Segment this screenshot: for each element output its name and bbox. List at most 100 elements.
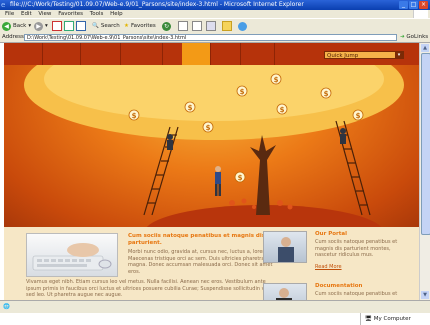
svg-text:$: $ — [132, 112, 137, 120]
portal-body: Cum sociis natoque penatibus et magnis d… — [315, 239, 398, 258]
nav-segment[interactable] — [80, 43, 121, 65]
portal-title: Our Portal — [315, 231, 347, 237]
svg-text:$: $ — [324, 90, 329, 98]
person-photo — [278, 237, 294, 262]
messenger-button[interactable] — [238, 21, 247, 31]
svg-text:$: $ — [238, 174, 243, 182]
read-more-link[interactable]: Read More — [315, 264, 342, 270]
favorites-label: Favorites — [130, 23, 156, 29]
person-photo — [276, 288, 292, 300]
address-label: Address — [2, 34, 24, 40]
forward-button[interactable]: ▶ ▾ — [34, 21, 48, 31]
print-button[interactable] — [192, 21, 202, 31]
mail-icon — [178, 21, 188, 31]
close-button[interactable]: × — [419, 1, 428, 9]
security-zone-label: My Computer — [373, 316, 411, 322]
security-zone: 🖥 My Computer — [360, 313, 430, 325]
window-controls: _ □ × — [399, 1, 428, 9]
home-button[interactable] — [76, 21, 86, 31]
svg-text:$: $ — [280, 106, 285, 114]
chevron-down-icon: ▾ — [45, 23, 48, 29]
chevron-down-icon: ▾ — [28, 23, 32, 29]
nav-segment[interactable] — [42, 43, 81, 65]
back-button[interactable]: ◀ Back ▾ — [2, 21, 31, 31]
hero-banner: $ $ $ $ $ $ $ $ $ — [4, 65, 419, 227]
svg-text:$: $ — [240, 88, 245, 96]
search-icon: 🔍 — [92, 23, 99, 29]
nav-segment[interactable] — [120, 43, 163, 65]
svg-text:$: $ — [274, 76, 279, 84]
go-button[interactable]: ➜ Go — [400, 34, 414, 41]
windows-logo-icon — [413, 10, 428, 18]
menu-view[interactable]: View — [38, 11, 51, 17]
portal-photo — [263, 231, 307, 263]
keyboard-hand-image — [32, 243, 112, 271]
window-title: file:///C:/Work/Testing/01.09.07/Web-e.9… — [10, 1, 304, 8]
refresh-button[interactable] — [64, 21, 74, 31]
stop-button[interactable] — [52, 21, 62, 31]
money-tree-illustration: $ $ $ $ $ $ $ $ $ — [24, 65, 404, 227]
print-icon — [192, 21, 202, 31]
stop-icon — [52, 21, 62, 31]
search-button[interactable]: 🔍 Search — [92, 21, 120, 31]
chevron-down-icon: ▾ — [395, 52, 403, 58]
nav-segment[interactable] — [210, 43, 241, 65]
messenger-icon — [238, 21, 247, 31]
scroll-down-arrow-icon[interactable]: ▼ — [421, 291, 429, 299]
feature-title: Cum sociis natoque penatibus et magnis d… — [128, 233, 265, 246]
nav-segment-active[interactable] — [182, 43, 211, 65]
feature-body: Morbi nunc odio, gravida at, cursus nec,… — [128, 249, 273, 275]
menu-edit[interactable]: Edit — [21, 11, 32, 17]
address-bar: Address D:\Work\Testing\01.09.07\Web-e.9… — [0, 33, 430, 43]
documentation-title: Documentation — [315, 283, 363, 289]
vertical-scrollbar[interactable]: ▲ ▼ — [419, 43, 430, 300]
keyboard-photo — [26, 233, 118, 277]
links-button[interactable]: Links — [414, 33, 428, 42]
back-label: Back — [13, 23, 27, 29]
address-input[interactable]: D:\Work\Testing\01.09.07\Web-e.9\01_Pars… — [24, 34, 397, 41]
toolbar: ◀ Back ▾ ▶ ▾ 🔍 Search ★ Favorites ↻ — [0, 18, 430, 34]
content-area: Cum sociis natoque penatibus et magnis d… — [4, 227, 419, 300]
tree-trunk — [250, 135, 276, 215]
svg-text:$: $ — [356, 112, 361, 120]
status-bar: 🌐 🖥 My Computer — [0, 300, 430, 325]
go-arrow-icon: ➜ — [400, 34, 405, 40]
edit-button[interactable] — [206, 21, 216, 31]
scroll-thumb[interactable] — [421, 53, 430, 235]
search-label: Search — [100, 23, 120, 29]
documentation-photo — [263, 283, 307, 300]
person-standing — [215, 166, 221, 196]
home-icon — [76, 21, 86, 31]
mail-button[interactable] — [178, 21, 188, 31]
person-ladder-left — [167, 134, 173, 150]
menu-tools[interactable]: Tools — [90, 11, 104, 17]
title-bar: e file:///C:/Work/Testing/01.09.07/Web-e… — [0, 0, 430, 10]
ie-icon: e — [1, 1, 6, 9]
forward-arrow-icon: ▶ — [34, 21, 43, 31]
refresh-icon — [64, 21, 74, 31]
scroll-up-arrow-icon[interactable]: ▲ — [421, 44, 429, 52]
nav-segment[interactable] — [240, 43, 275, 65]
svg-text:$: $ — [206, 124, 211, 132]
quick-jump-select[interactable]: Quick Jump ▾ — [324, 51, 404, 59]
menu-bar: File Edit View Favorites Tools Help — [0, 10, 430, 18]
go-label: Go — [406, 34, 414, 40]
page-done-icon: 🌐 — [3, 304, 10, 310]
computer-icon: 🖥 — [365, 316, 372, 322]
menu-file[interactable]: File — [5, 11, 14, 17]
minimize-button[interactable]: _ — [399, 1, 408, 9]
edit-icon — [206, 21, 216, 31]
star-icon: ★ — [124, 23, 129, 29]
folder-button[interactable] — [222, 21, 232, 31]
maximize-button[interactable]: □ — [409, 1, 418, 9]
history-icon: ↻ — [162, 21, 171, 31]
documentation-body: Cum sociis natoque penatibus et — [315, 291, 398, 297]
favorites-button[interactable]: ★ Favorites — [124, 21, 156, 31]
nav-segment[interactable] — [4, 43, 43, 65]
menu-favorites[interactable]: Favorites — [58, 11, 83, 17]
history-button[interactable]: ↻ — [162, 21, 171, 31]
page-viewport: Quick Jump ▾ $ $ $ $ $ $ $ $ $ Cum socii… — [4, 43, 419, 300]
person-ladder-right — [340, 128, 346, 144]
menu-help[interactable]: Help — [110, 11, 123, 17]
back-arrow-icon: ◀ — [2, 21, 11, 31]
